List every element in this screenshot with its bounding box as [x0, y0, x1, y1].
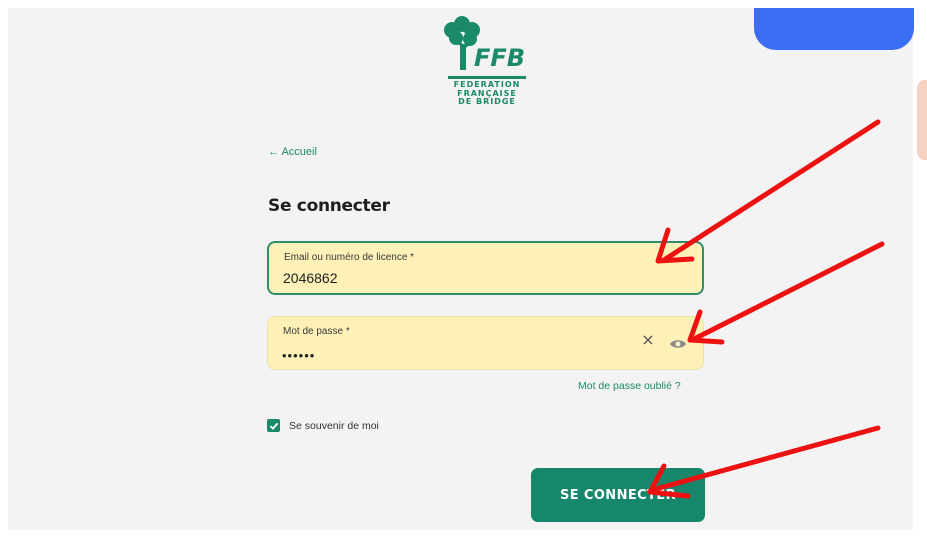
eye-icon[interactable]	[669, 335, 687, 348]
logo-wordmark: FEDERATION FRANÇAISE DE BRIDGE	[453, 80, 521, 106]
remember-me[interactable]: Se souvenir de moi	[267, 419, 379, 432]
remember-label: Se souvenir de moi	[289, 419, 379, 432]
svg-text:FFB: FFB	[474, 44, 525, 72]
ffb-logo: FFB FEDERATION FRANÇAISE DE BRIDGE	[440, 16, 532, 120]
email-input[interactable]	[283, 269, 643, 287]
password-field[interactable]: Mot de passe * ×	[267, 316, 704, 370]
login-button[interactable]: SE CONNECTER	[531, 468, 705, 522]
forgot-password-link[interactable]: Mot de passe oublié ?	[578, 380, 681, 392]
remember-checkbox[interactable]	[267, 419, 280, 432]
email-field[interactable]: Email ou numéro de licence *	[267, 241, 704, 295]
side-panel-edge	[917, 80, 927, 160]
email-label: Email ou numéro de licence *	[284, 252, 415, 263]
password-label: Mot de passe *	[283, 326, 350, 337]
password-input[interactable]	[282, 346, 642, 364]
tree-logo-icon: FFB	[444, 16, 525, 72]
blue-header-shape	[754, 8, 914, 50]
close-icon[interactable]: ×	[641, 332, 655, 348]
page-title: Se connecter	[268, 196, 390, 216]
checkmark-icon	[269, 422, 278, 430]
back-home-link[interactable]: ← Accueil	[268, 146, 317, 158]
